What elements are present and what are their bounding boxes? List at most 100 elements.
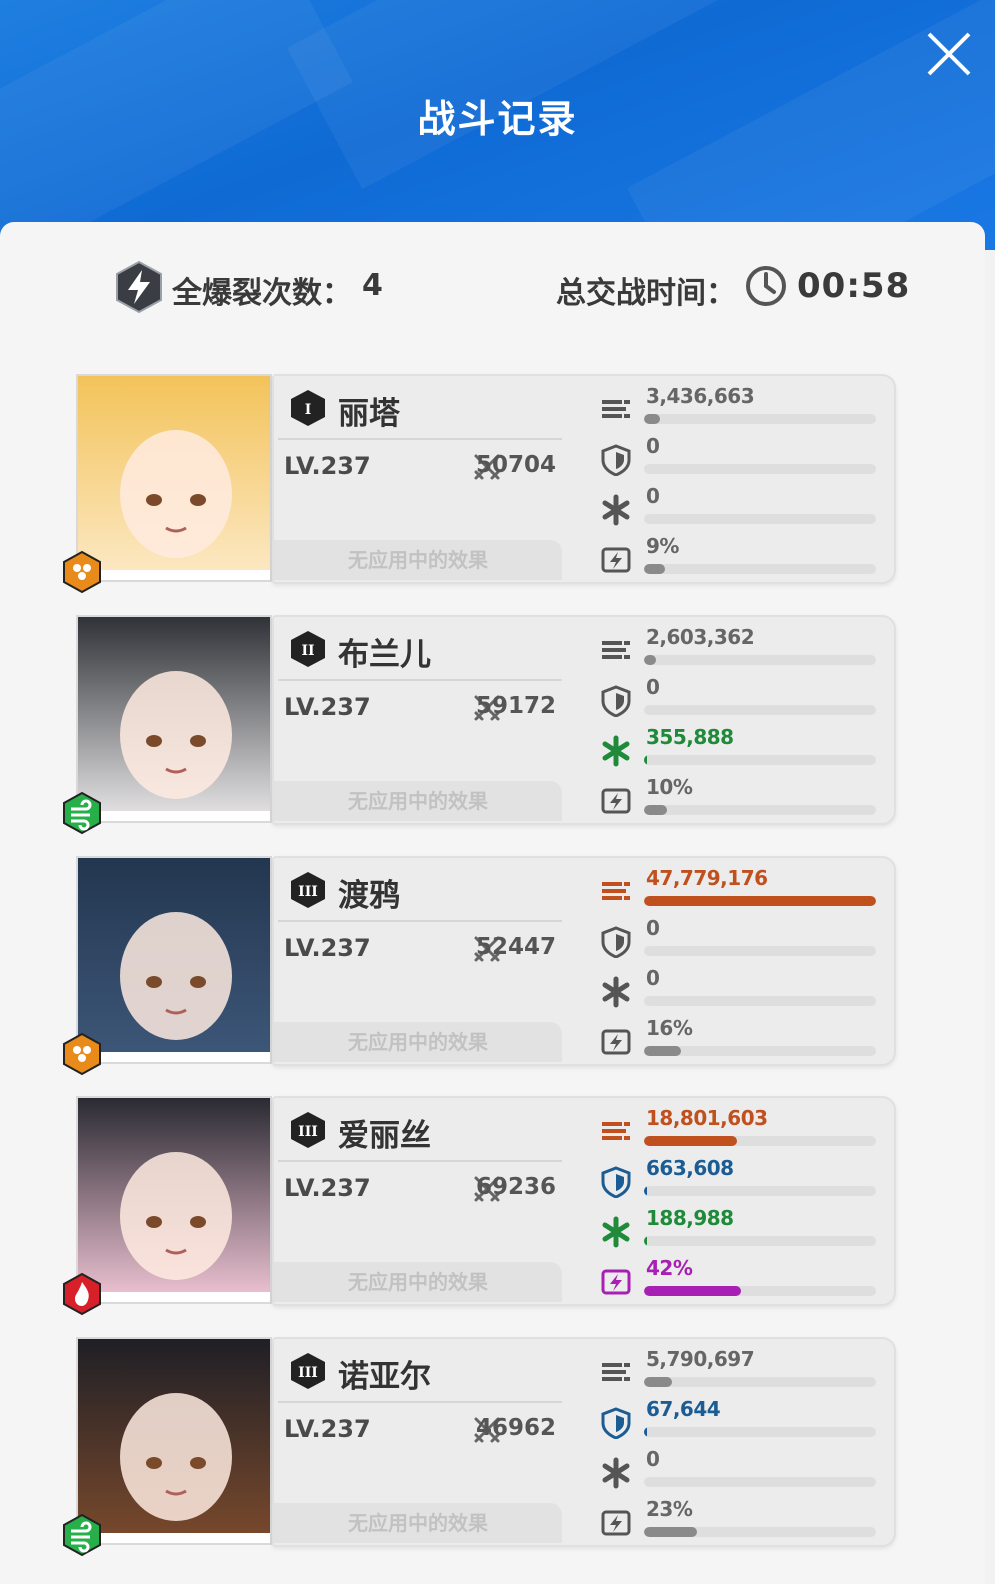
portrait-underline	[78, 570, 270, 580]
wind-icon	[63, 1513, 101, 1557]
stat-burst: 23%	[590, 1495, 890, 1545]
heal-asterisk-icon	[602, 494, 630, 526]
stat-burst-bar	[644, 1046, 876, 1056]
character-level: LV.237	[284, 1415, 371, 1443]
stat-damage-value: 2,603,362	[646, 625, 755, 649]
rank-hex-icon: III	[291, 1353, 325, 1389]
stat-shield-value: 0	[646, 434, 660, 458]
rank-badge: I	[288, 388, 328, 428]
stat-damage: 18,801,603	[590, 1104, 890, 1154]
rank-numeral: I	[305, 402, 312, 418]
character-avatar-icon	[120, 1393, 232, 1521]
stat-shield: 663,608	[590, 1154, 890, 1204]
damage-bars-icon	[602, 882, 630, 900]
stat-burst-value: 16%	[646, 1016, 693, 1040]
stat-damage-bar	[644, 655, 876, 665]
character-card: II 布兰儿 LV.237 59172 无应用中的效果 2,603,362 0 355,888…	[272, 615, 896, 825]
rank-numeral: II	[301, 643, 314, 659]
stat-damage: 5,790,697	[590, 1345, 890, 1395]
character-level: LV.237	[284, 693, 371, 721]
stat-shield-bar	[644, 946, 876, 956]
character-row[interactable]: III 爱丽丝 LV.237 69236 无应用中的效果 18,801,603 663,60…	[60, 1096, 900, 1318]
stat-heal-value: 0	[646, 966, 660, 990]
stat-damage-value: 18,801,603	[646, 1106, 768, 1130]
character-row[interactable]: I 丽塔 LV.237 50704 无应用中的效果 3,436,663 0 0 9%	[60, 374, 900, 596]
character-info: III 诺亚尔 LV.237 46962 无应用中的效果	[274, 1339, 562, 1549]
stat-burst-bar	[644, 564, 876, 574]
divider	[278, 920, 562, 922]
stat-heal: 188,988	[590, 1204, 890, 1254]
stat-heal-bar	[644, 755, 876, 765]
total-battle-time-value: 00:58	[797, 266, 911, 306]
character-portrait[interactable]	[76, 1096, 272, 1304]
stat-burst: 16%	[590, 1014, 890, 1064]
burst-gauge-icon	[601, 547, 631, 573]
stat-damage-bar-fill	[644, 1136, 737, 1146]
combat-power: 59172	[475, 693, 556, 719]
stat-heal-bar	[644, 514, 876, 524]
stat-burst-bar-fill	[644, 1046, 682, 1056]
stat-burst-bar	[644, 805, 876, 815]
stat-shield: 0	[590, 432, 890, 482]
stat-heal-bar	[644, 1236, 876, 1246]
character-info: III 爱丽丝 LV.237 69236 无应用中的效果	[274, 1098, 562, 1308]
shield-icon	[601, 1166, 631, 1198]
character-row[interactable]: II 布兰儿 LV.237 59172 无应用中的效果 2,603,362 0 355,888…	[60, 615, 900, 837]
stat-burst-bar-fill	[644, 564, 665, 574]
heal-asterisk-icon	[602, 735, 630, 767]
burst-gauge-icon	[601, 1269, 631, 1295]
active-effects: 无应用中的效果	[274, 1262, 562, 1302]
stat-damage-bar	[644, 1377, 876, 1387]
stat-damage: 47,779,176	[590, 864, 890, 914]
character-name: 渡鸦	[338, 878, 400, 914]
stat-heal-bar	[644, 1477, 876, 1487]
stat-heal-bar	[644, 996, 876, 1006]
divider	[278, 438, 562, 440]
stat-damage-bar	[644, 1136, 876, 1146]
active-effects: 无应用中的效果	[274, 1503, 562, 1543]
character-portrait[interactable]	[76, 615, 272, 823]
stat-damage-bar-fill	[644, 414, 661, 424]
close-button[interactable]	[923, 28, 975, 80]
combat-power: 69236	[475, 1174, 556, 1200]
character-level: LV.237	[284, 934, 371, 962]
rank-badge: III	[288, 1351, 328, 1391]
stat-heal: 0	[590, 1445, 890, 1495]
portrait-underline	[78, 1533, 270, 1543]
character-portrait[interactable]	[76, 374, 272, 582]
stat-damage-bar-fill	[644, 1377, 672, 1387]
total-battle-time-label: 总交战时间：	[556, 276, 736, 311]
burst-gauge-icon	[601, 1029, 631, 1055]
stat-shield-bar	[644, 1427, 876, 1437]
stat-burst-value: 23%	[646, 1497, 693, 1521]
stat-shield-value: 0	[646, 675, 660, 699]
hex-honeycomb-icon	[63, 1032, 101, 1076]
rank-numeral: III	[298, 1124, 318, 1140]
stat-heal-value: 0	[646, 1447, 660, 1471]
stat-heal-value: 355,888	[646, 725, 734, 749]
character-row[interactable]: III 渡鸦 LV.237 52447 无应用中的效果 47,779,176 0 0 16%	[60, 856, 900, 1078]
clock-icon	[746, 266, 786, 306]
stat-heal: 0	[590, 964, 890, 1014]
stat-heal-value: 0	[646, 484, 660, 508]
heal-asterisk-icon	[602, 976, 630, 1008]
character-portrait[interactable]	[76, 856, 272, 1064]
full-burst-count-label: 全爆裂次数：	[172, 276, 352, 311]
active-effects: 无应用中的效果	[274, 781, 562, 821]
stat-burst: 42%	[590, 1254, 890, 1304]
character-stats: 2,603,362 0 355,888 10%	[590, 617, 890, 827]
divider	[278, 679, 562, 681]
character-level: LV.237	[284, 1174, 371, 1202]
character-portrait[interactable]	[76, 1337, 272, 1545]
stat-damage-bar	[644, 414, 876, 424]
stat-shield-value: 0	[646, 916, 660, 940]
header-banner: 战斗记录	[0, 0, 995, 250]
damage-bars-icon	[602, 1363, 630, 1381]
rank-numeral: III	[298, 884, 318, 900]
stat-damage: 3,436,663	[590, 382, 890, 432]
rank-hex-icon: III	[291, 1112, 325, 1148]
wind-icon	[63, 791, 101, 835]
character-row[interactable]: III 诺亚尔 LV.237 46962 无应用中的效果 5,790,697 67,644 0…	[60, 1337, 900, 1559]
fire-icon	[63, 1272, 101, 1316]
stat-burst-value: 10%	[646, 775, 693, 799]
